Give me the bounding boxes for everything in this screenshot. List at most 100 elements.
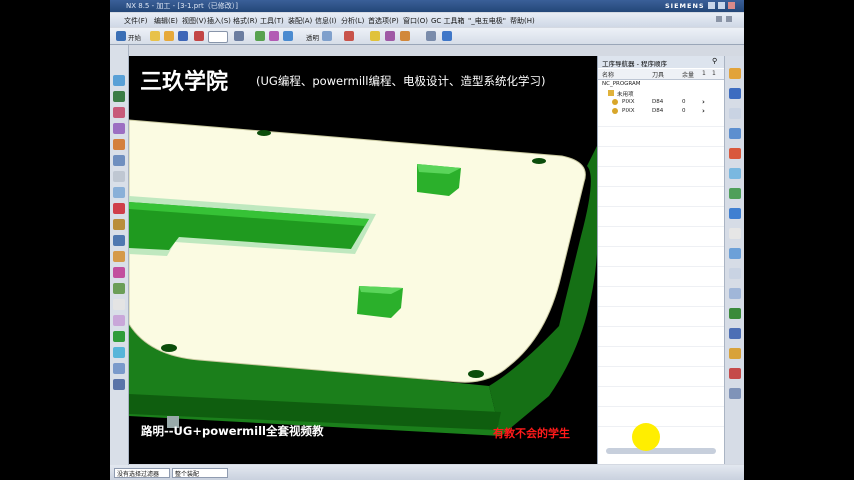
column-stock[interactable]: 余量 bbox=[682, 70, 694, 79]
resource-icon[interactable] bbox=[729, 268, 741, 279]
resource-icon[interactable] bbox=[729, 348, 741, 359]
open-icon[interactable] bbox=[164, 31, 174, 41]
resource-icon[interactable] bbox=[729, 328, 741, 339]
doc-minimize-icon[interactable] bbox=[716, 16, 722, 22]
navigator-title: 工序导航器 - 程序顺序 bbox=[602, 60, 667, 68]
tool-icon[interactable] bbox=[113, 347, 125, 358]
menu-analysis[interactable]: 分析(L) bbox=[341, 16, 364, 26]
wire-icon[interactable] bbox=[344, 31, 354, 41]
menu-help[interactable]: 帮助(H) bbox=[510, 16, 535, 26]
tool-icon[interactable] bbox=[113, 155, 125, 166]
menu-bar: 文件(F) 编辑(E) 视图(V) 插入(S) 格式(R) 工具(T) 装配(A… bbox=[110, 13, 744, 27]
start-icon[interactable] bbox=[116, 31, 126, 41]
resource-icon[interactable] bbox=[729, 308, 741, 319]
info-icon[interactable] bbox=[113, 235, 125, 246]
zoom-field[interactable] bbox=[208, 31, 228, 43]
tool-icon[interactable] bbox=[113, 203, 125, 214]
fit-icon[interactable] bbox=[283, 31, 293, 41]
orient-icon[interactable] bbox=[370, 31, 380, 41]
title-bar: NX 8.5 - 加工 - [3-1.prt（已修改）] SIEMENS bbox=[110, 0, 744, 12]
nx-window: NX 8.5 - 加工 - [3-1.prt（已修改）] SIEMENS 文件(… bbox=[110, 0, 744, 480]
render-icon[interactable] bbox=[255, 31, 265, 41]
resource-icon[interactable] bbox=[729, 208, 741, 219]
column-name[interactable]: 名称 bbox=[602, 70, 614, 79]
operation-icon bbox=[612, 108, 618, 114]
tool-icon[interactable] bbox=[113, 299, 125, 310]
resource-icon[interactable] bbox=[729, 68, 741, 79]
resource-icon[interactable] bbox=[729, 188, 741, 199]
pin-icon[interactable]: ⚲ bbox=[712, 57, 717, 65]
tool-icon[interactable] bbox=[113, 363, 125, 374]
display-label[interactable]: 透明 bbox=[306, 32, 319, 42]
menu-tools[interactable]: 工具(T) bbox=[260, 16, 284, 26]
tree-row[interactable]: PIXX D84 0 › bbox=[598, 107, 724, 116]
tool-icon[interactable] bbox=[113, 107, 125, 118]
maximize-icon[interactable] bbox=[718, 2, 725, 9]
menu-gc-toolbox[interactable]: GC 工具箱 bbox=[431, 16, 465, 26]
resource-icon[interactable] bbox=[729, 248, 741, 259]
resource-icon[interactable] bbox=[729, 128, 741, 139]
snap-icon[interactable] bbox=[385, 31, 395, 41]
menu-assembly[interactable]: 装配(A) bbox=[288, 16, 312, 26]
measure-icon[interactable] bbox=[400, 31, 410, 41]
tool-icon[interactable] bbox=[113, 331, 125, 342]
tool-icon[interactable] bbox=[113, 187, 125, 198]
tree-row[interactable]: 未用项 bbox=[598, 89, 724, 98]
tool-icon[interactable] bbox=[113, 91, 125, 102]
resource-icon[interactable] bbox=[729, 228, 741, 239]
resource-icon[interactable] bbox=[729, 288, 741, 299]
doc-close-icon[interactable] bbox=[726, 16, 732, 22]
resource-icon[interactable] bbox=[729, 168, 741, 179]
menu-info[interactable]: 信息(I) bbox=[315, 16, 337, 26]
save-icon[interactable] bbox=[178, 31, 188, 41]
row-divider bbox=[598, 126, 724, 127]
tool-icon[interactable] bbox=[113, 315, 125, 326]
resource-icon[interactable] bbox=[729, 148, 741, 159]
resource-icon[interactable] bbox=[729, 88, 741, 99]
tool-icon[interactable] bbox=[113, 123, 125, 134]
menu-insert[interactable]: 插入(S) bbox=[207, 16, 231, 26]
column-1[interactable]: 1 bbox=[702, 70, 706, 77]
tree-row[interactable]: NC_PROGRAM bbox=[598, 80, 724, 89]
menu-window[interactable]: 窗口(O) bbox=[403, 16, 428, 26]
horizontal-scrollbar[interactable] bbox=[606, 448, 716, 454]
menu-format[interactable]: 格式(R) bbox=[233, 16, 257, 26]
graphics-viewport[interactable]: 三玖学院 (UG编程、powermill编程、电极设计、造型系统化学习) 路明-… bbox=[129, 56, 597, 464]
operation-navigator: 工序导航器 - 程序顺序 ⚲ 名称 刀具 余量 1 1 NC_PROGRAM 未… bbox=[597, 56, 724, 464]
select-icon[interactable] bbox=[322, 31, 332, 41]
resource-icon[interactable] bbox=[729, 108, 741, 119]
new-icon[interactable] bbox=[150, 31, 160, 41]
view-icon[interactable] bbox=[442, 31, 452, 41]
tool-icon[interactable] bbox=[113, 219, 125, 230]
subtitle-left: 路明--UG+powermill全套视频教 bbox=[141, 424, 324, 438]
shade-icon[interactable] bbox=[269, 31, 279, 41]
tool-icon[interactable] bbox=[113, 171, 125, 182]
resource-icon[interactable] bbox=[729, 368, 741, 379]
menu-preferences[interactable]: 首选项(P) bbox=[368, 16, 399, 26]
tool-icon[interactable] bbox=[113, 139, 125, 150]
column-tool[interactable]: 刀具 bbox=[652, 70, 664, 79]
column-2[interactable]: 1 bbox=[712, 70, 716, 77]
layer-icon[interactable] bbox=[234, 31, 244, 41]
resource-icon[interactable] bbox=[729, 388, 741, 399]
selection-scope[interactable]: 整个装配 bbox=[172, 468, 228, 478]
start-label[interactable]: 开始 bbox=[128, 32, 141, 42]
tool-icon[interactable] bbox=[113, 283, 125, 294]
watermark-title: 三玖学院 bbox=[140, 70, 229, 95]
menu-edit[interactable]: 编辑(E) bbox=[154, 16, 178, 26]
hole bbox=[257, 130, 271, 136]
selection-filter[interactable]: 没有选择过滤器 bbox=[114, 468, 170, 478]
tool-icon[interactable] bbox=[113, 75, 125, 86]
close-icon[interactable] bbox=[728, 2, 735, 9]
cut-icon[interactable] bbox=[194, 31, 204, 41]
menu-electrode[interactable]: "_电五电极" bbox=[468, 16, 506, 26]
minimize-icon[interactable] bbox=[708, 2, 715, 9]
subtitle-right: 有教不会的学生 bbox=[493, 427, 570, 440]
menu-view[interactable]: 视图(V) bbox=[182, 16, 206, 26]
tool-icon[interactable] bbox=[113, 379, 125, 390]
tool-icon[interactable] bbox=[113, 251, 125, 262]
tree-row[interactable]: PIXX D84 0 › bbox=[598, 98, 724, 107]
menu-file[interactable]: 文件(F) bbox=[124, 16, 148, 26]
tool-icon[interactable] bbox=[113, 267, 125, 278]
copy-icon[interactable] bbox=[426, 31, 436, 41]
